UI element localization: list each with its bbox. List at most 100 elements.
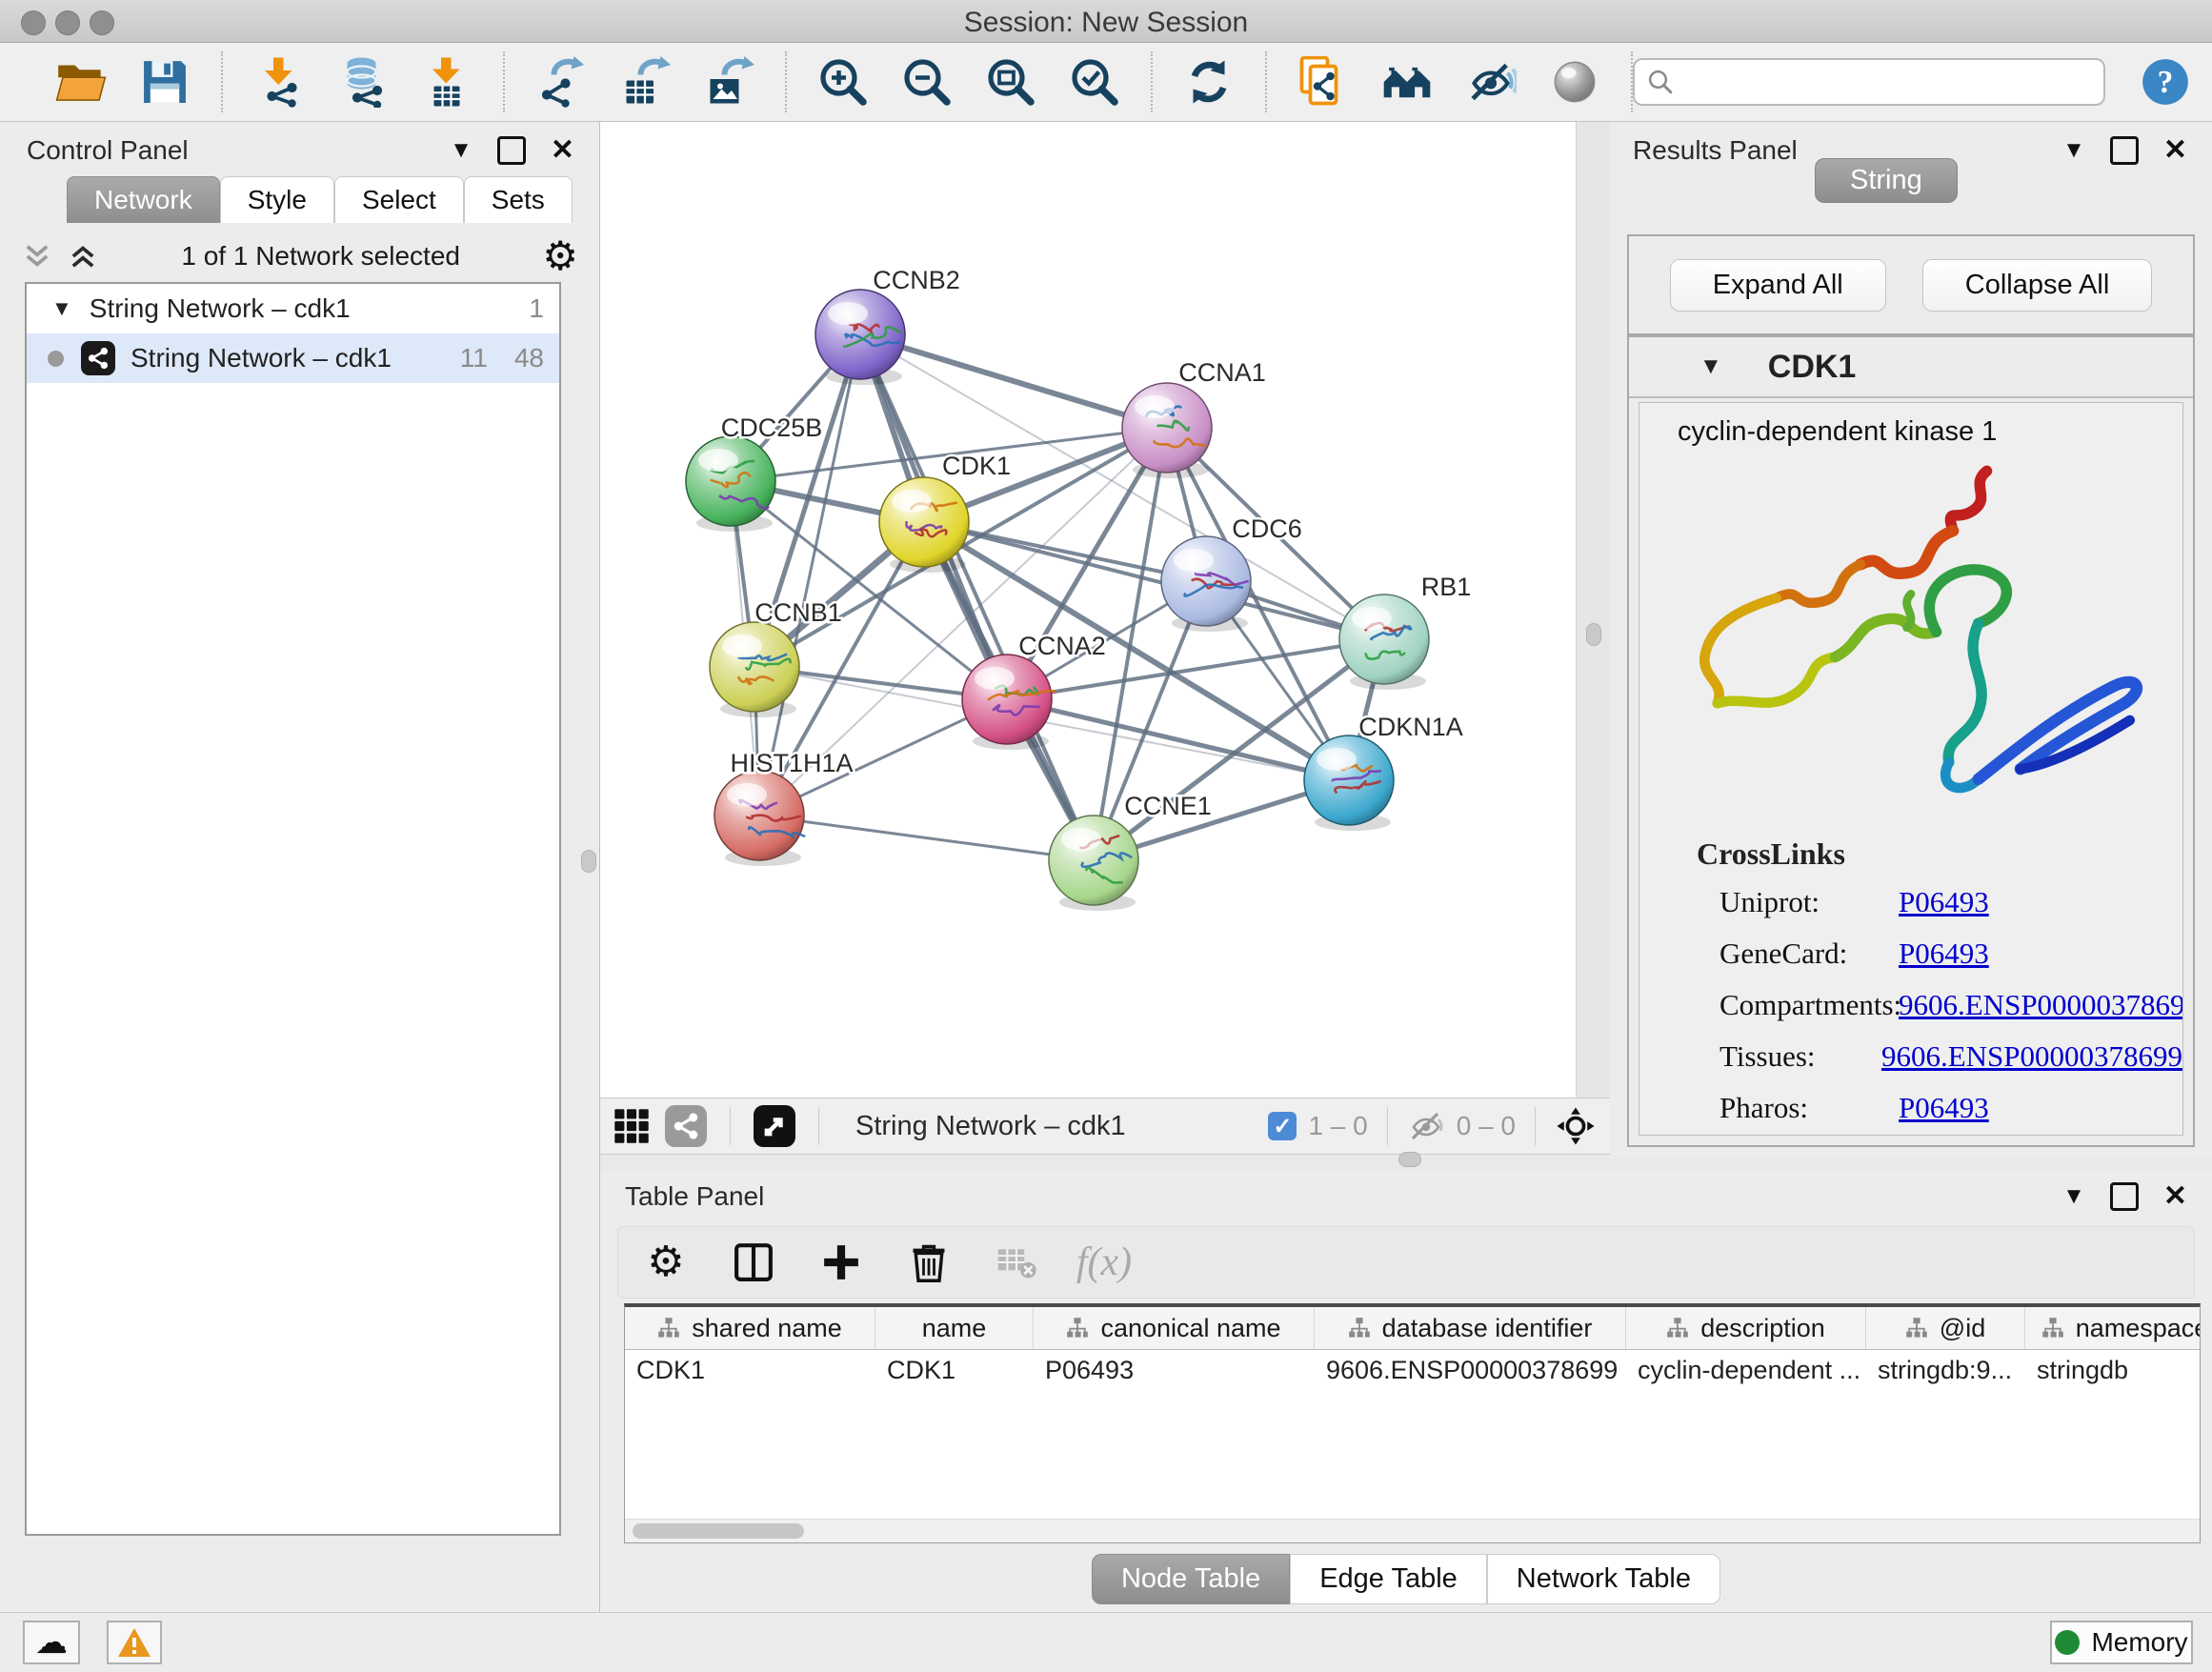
column-header-shared-name[interactable]: shared name: [625, 1307, 875, 1349]
memory-button[interactable]: Memory: [2050, 1621, 2193, 1664]
network-row[interactable]: String Network – cdk1 11 48: [27, 333, 559, 383]
network-options-gear-icon[interactable]: ⚙: [542, 236, 578, 276]
node-label-CDKN1A: CDKN1A: [1358, 713, 1463, 741]
string-view-icon[interactable]: [665, 1105, 707, 1147]
grid-mode-icon[interactable]: [613, 1108, 650, 1144]
node-CCNA1[interactable]: [1122, 383, 1212, 478]
cloud-button[interactable]: ☁: [23, 1621, 80, 1664]
selected-indicator-checkbox[interactable]: ✓: [1268, 1112, 1297, 1140]
import-network-from-file-button[interactable]: [251, 54, 307, 110]
tab-style[interactable]: Style: [220, 176, 334, 223]
crosslink-link[interactable]: 9606.ENSP00000378699: [1881, 1036, 2182, 1078]
splitter-handle[interactable]: [1586, 623, 1601, 646]
column-header-canonical-name[interactable]: canonical name: [1034, 1307, 1315, 1349]
node-CDK1[interactable]: [879, 477, 969, 573]
zoom-out-button[interactable]: [899, 54, 955, 110]
expand-all-networks-icon[interactable]: [67, 240, 99, 272]
panel-menu-icon[interactable]: ▼: [2062, 137, 2085, 164]
hide-graphics-details-button[interactable]: [1463, 54, 1518, 110]
zoom-selected-button[interactable]: [1067, 54, 1122, 110]
crosslink-link[interactable]: P06493: [1899, 933, 1989, 975]
close-panel-icon[interactable]: ✕: [551, 133, 574, 167]
table-cell[interactable]: stringdb:9...: [1866, 1350, 2025, 1390]
table-cell[interactable]: stringdb: [2025, 1350, 2201, 1390]
open-file-button[interactable]: [53, 54, 109, 110]
table-cell[interactable]: 9606.ENSP00000378699: [1315, 1350, 1626, 1390]
float-panel-icon[interactable]: [497, 136, 526, 165]
control-splitter-handle[interactable]: [581, 850, 596, 873]
create-column-icon[interactable]: [818, 1239, 864, 1285]
birdseye-view-button[interactable]: [1547, 54, 1602, 110]
export-network-button[interactable]: [533, 54, 589, 110]
column-header-name[interactable]: name: [875, 1307, 1034, 1349]
search-box[interactable]: [1633, 58, 2105, 106]
tab-network[interactable]: Network: [67, 176, 220, 223]
table-options-gear-icon[interactable]: ⚙: [643, 1239, 689, 1285]
collapse-all-networks-icon[interactable]: [21, 240, 53, 272]
gene-collapse-icon[interactable]: ▼: [1699, 353, 1722, 380]
scrollbar-thumb[interactable]: [633, 1523, 804, 1539]
network-canvas[interactable]: CCNB2CCNA1CDC25BCDK1CDC6RB1CCNB1CCNA2CDK…: [600, 122, 1577, 1098]
import-table-from-file-button[interactable]: [419, 54, 474, 110]
table-cell[interactable]: P06493: [1034, 1350, 1315, 1390]
table-cell[interactable]: cyclin-dependent ...: [1626, 1350, 1866, 1390]
gene-header-row[interactable]: ▼ CDK1: [1629, 337, 2193, 398]
float-panel-icon[interactable]: [2110, 136, 2139, 165]
column-header-description[interactable]: description: [1626, 1307, 1866, 1349]
table-cell[interactable]: CDK1: [875, 1350, 1034, 1390]
panel-menu-icon[interactable]: ▼: [2062, 1183, 2085, 1210]
tab-select[interactable]: Select: [334, 176, 464, 223]
node-CCNE1[interactable]: [1049, 816, 1138, 911]
tab-edge-table[interactable]: Edge Table: [1290, 1554, 1487, 1604]
import-network-from-database-button[interactable]: [335, 54, 391, 110]
tab-network-table[interactable]: Network Table: [1487, 1554, 1720, 1604]
column-header-namespace[interactable]: namespace: [2025, 1307, 2201, 1349]
node-HIST1H1A[interactable]: [714, 771, 805, 866]
splitter-handle[interactable]: [1398, 1152, 1421, 1167]
close-panel-icon[interactable]: ✕: [2163, 133, 2187, 167]
panel-menu-icon[interactable]: ▼: [450, 137, 473, 164]
column-header-database-identifier[interactable]: database identifier: [1315, 1307, 1626, 1349]
zoom-in-button[interactable]: [815, 54, 871, 110]
node-CDKN1A[interactable]: [1304, 735, 1394, 831]
tab-string[interactable]: String: [1815, 158, 1958, 203]
warnings-button[interactable]: [107, 1621, 162, 1664]
birdseye-toggle-icon[interactable]: [754, 1105, 795, 1147]
results-panel-splitter[interactable]: [1576, 122, 1612, 1098]
collapse-all-button[interactable]: Collapse All: [1922, 259, 2153, 312]
crosslink-link[interactable]: 9606.ENSP00000378699: [1899, 984, 2183, 1026]
column-header--id[interactable]: @id: [1866, 1307, 2025, 1349]
node-CDC25B[interactable]: [686, 436, 775, 532]
node-CCNA2[interactable]: [962, 655, 1056, 750]
node-CDC6[interactable]: [1161, 536, 1251, 632]
table-toolbar: ⚙ f(x): [617, 1226, 2195, 1299]
first-neighbors-button[interactable]: [1379, 54, 1435, 110]
node-RB1[interactable]: [1339, 594, 1429, 690]
save-icon: [139, 56, 191, 108]
search-input[interactable]: [1675, 67, 2092, 98]
fit-selected-crosshair-icon[interactable]: [1555, 1105, 1597, 1147]
network-collection-row[interactable]: ▼ String Network – cdk1 1: [27, 284, 559, 333]
node-table[interactable]: shared namenamecanonical namedatabase id…: [624, 1303, 2201, 1543]
tab-node-table[interactable]: Node Table: [1092, 1554, 1290, 1604]
zoom-fit-button[interactable]: [983, 54, 1038, 110]
crosslink-link[interactable]: P06493: [1899, 881, 1989, 923]
show-columns-icon[interactable]: [731, 1239, 776, 1285]
close-panel-icon[interactable]: ✕: [2163, 1179, 2187, 1213]
export-table-button[interactable]: [617, 54, 673, 110]
save-session-button[interactable]: [137, 54, 192, 110]
network-from-clipboard-button[interactable]: [1296, 54, 1351, 110]
delete-column-icon[interactable]: [906, 1239, 952, 1285]
table-cell[interactable]: CDK1: [625, 1350, 875, 1390]
apply-layout-button[interactable]: [1181, 54, 1237, 110]
tab-sets[interactable]: Sets: [464, 176, 573, 223]
export-image-button[interactable]: [701, 54, 756, 110]
table-row[interactable]: CDK1CDK1P064939606.ENSP00000378699cyclin…: [625, 1350, 2200, 1390]
expand-all-button[interactable]: Expand All: [1670, 259, 1886, 312]
float-panel-icon[interactable]: [2110, 1182, 2139, 1211]
node-CCNB1[interactable]: [710, 622, 799, 717]
help-button[interactable]: ?: [2138, 54, 2193, 110]
crosslink-link[interactable]: P06493: [1899, 1087, 1989, 1129]
table-horizontal-scrollbar[interactable]: [625, 1519, 2200, 1542]
collection-expand-icon[interactable]: ▼: [51, 296, 72, 321]
